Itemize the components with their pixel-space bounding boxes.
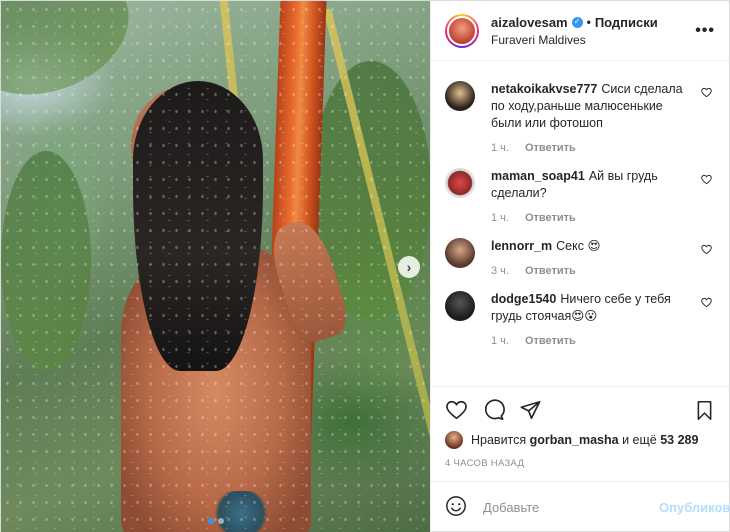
verified-badge-icon: ✓	[571, 16, 583, 28]
commenter-avatar[interactable]	[445, 238, 475, 268]
carousel-next-button[interactable]: ›	[398, 256, 420, 278]
comment-item: maman_soap41 Ай вы грудь сделали? 1 ч. От…	[445, 168, 715, 224]
comment-time: 1 ч.	[491, 212, 509, 224]
post-header: aizalovesam ✓ • Подписки Furaveri Maldiv…	[431, 1, 729, 61]
bookmark-icon[interactable]	[694, 399, 715, 422]
comment-time: 1 ч.	[491, 335, 509, 347]
comment-like-icon[interactable]	[701, 297, 715, 347]
likes-middle: и ещё	[622, 433, 657, 447]
commenter-avatar[interactable]	[445, 168, 475, 198]
like-heart-icon[interactable]	[445, 399, 468, 421]
liker-username[interactable]: gorban_masha	[530, 433, 619, 447]
reply-button[interactable]: Ответить	[525, 212, 576, 224]
author-avatar[interactable]	[445, 13, 479, 48]
emoji-smiley-icon[interactable]	[445, 495, 467, 520]
commenter-username[interactable]: maman_soap41	[491, 169, 585, 183]
add-comment-bar: Опубликовать	[431, 481, 730, 532]
carousel-dot	[217, 518, 224, 524]
post-location[interactable]: Furaveri Maldives	[491, 33, 687, 47]
comments-list: netakoikakvse777 Сиси сделала по ходу,ран…	[431, 61, 729, 386]
post-timestamp[interactable]: 4 часов назад	[445, 458, 715, 469]
comment-like-icon[interactable]	[701, 87, 715, 154]
comment-like-icon[interactable]	[701, 174, 715, 224]
comment-input[interactable]	[483, 500, 659, 515]
publish-button[interactable]: Опубликовать	[659, 500, 730, 515]
water-spray	[1, 1, 430, 532]
carousel-dot-active	[207, 518, 214, 524]
likes-prefix: Нравится	[471, 433, 527, 447]
follow-button[interactable]: Подписки	[595, 15, 658, 30]
post-actions: Нравится gorban_masha и ещё 53 289 4 час…	[431, 386, 729, 469]
liker-avatar[interactable]	[445, 431, 463, 449]
author-username[interactable]: aizalovesam	[491, 15, 568, 30]
comment-time: 1 ч.	[491, 142, 509, 154]
instagram-post: › aizalovesam ✓ • Подписки Furaveri Mald…	[0, 0, 730, 532]
comment-text: Секс 😍	[556, 239, 601, 253]
reply-button[interactable]: Ответить	[525, 265, 576, 277]
post-side-panel: aizalovesam ✓ • Подписки Furaveri Maldiv…	[430, 1, 730, 532]
likes-count[interactable]: 53 289	[660, 433, 698, 447]
carousel-dots	[1, 518, 430, 524]
post-photo[interactable]: ›	[1, 1, 430, 532]
share-send-icon[interactable]	[519, 399, 542, 421]
commenter-username[interactable]: netakoikakvse777	[491, 82, 597, 96]
comment-item: dodge1540 Ничего себе у тебя грудь стояча…	[445, 291, 715, 347]
header-separator: •	[586, 15, 591, 29]
commenter-username[interactable]: lennorr_m	[491, 239, 552, 253]
reply-button[interactable]: Ответить	[525, 142, 576, 154]
commenter-username[interactable]: dodge1540	[491, 292, 556, 306]
comment-item: netakoikakvse777 Сиси сделала по ходу,ран…	[445, 81, 715, 154]
commenter-avatar[interactable]	[445, 81, 475, 111]
comment-bubble-icon[interactable]	[482, 399, 505, 421]
comment-time: 3 ч.	[491, 265, 509, 277]
comment-item: lennorr_m Секс 😍 3 ч. Ответить	[445, 238, 715, 277]
likes-summary[interactable]: Нравится gorban_masha и ещё 53 289	[445, 431, 715, 449]
more-options-icon[interactable]: •••	[695, 22, 715, 40]
commenter-avatar[interactable]	[445, 291, 475, 321]
reply-button[interactable]: Ответить	[525, 335, 576, 347]
comment-like-icon[interactable]	[701, 244, 715, 277]
